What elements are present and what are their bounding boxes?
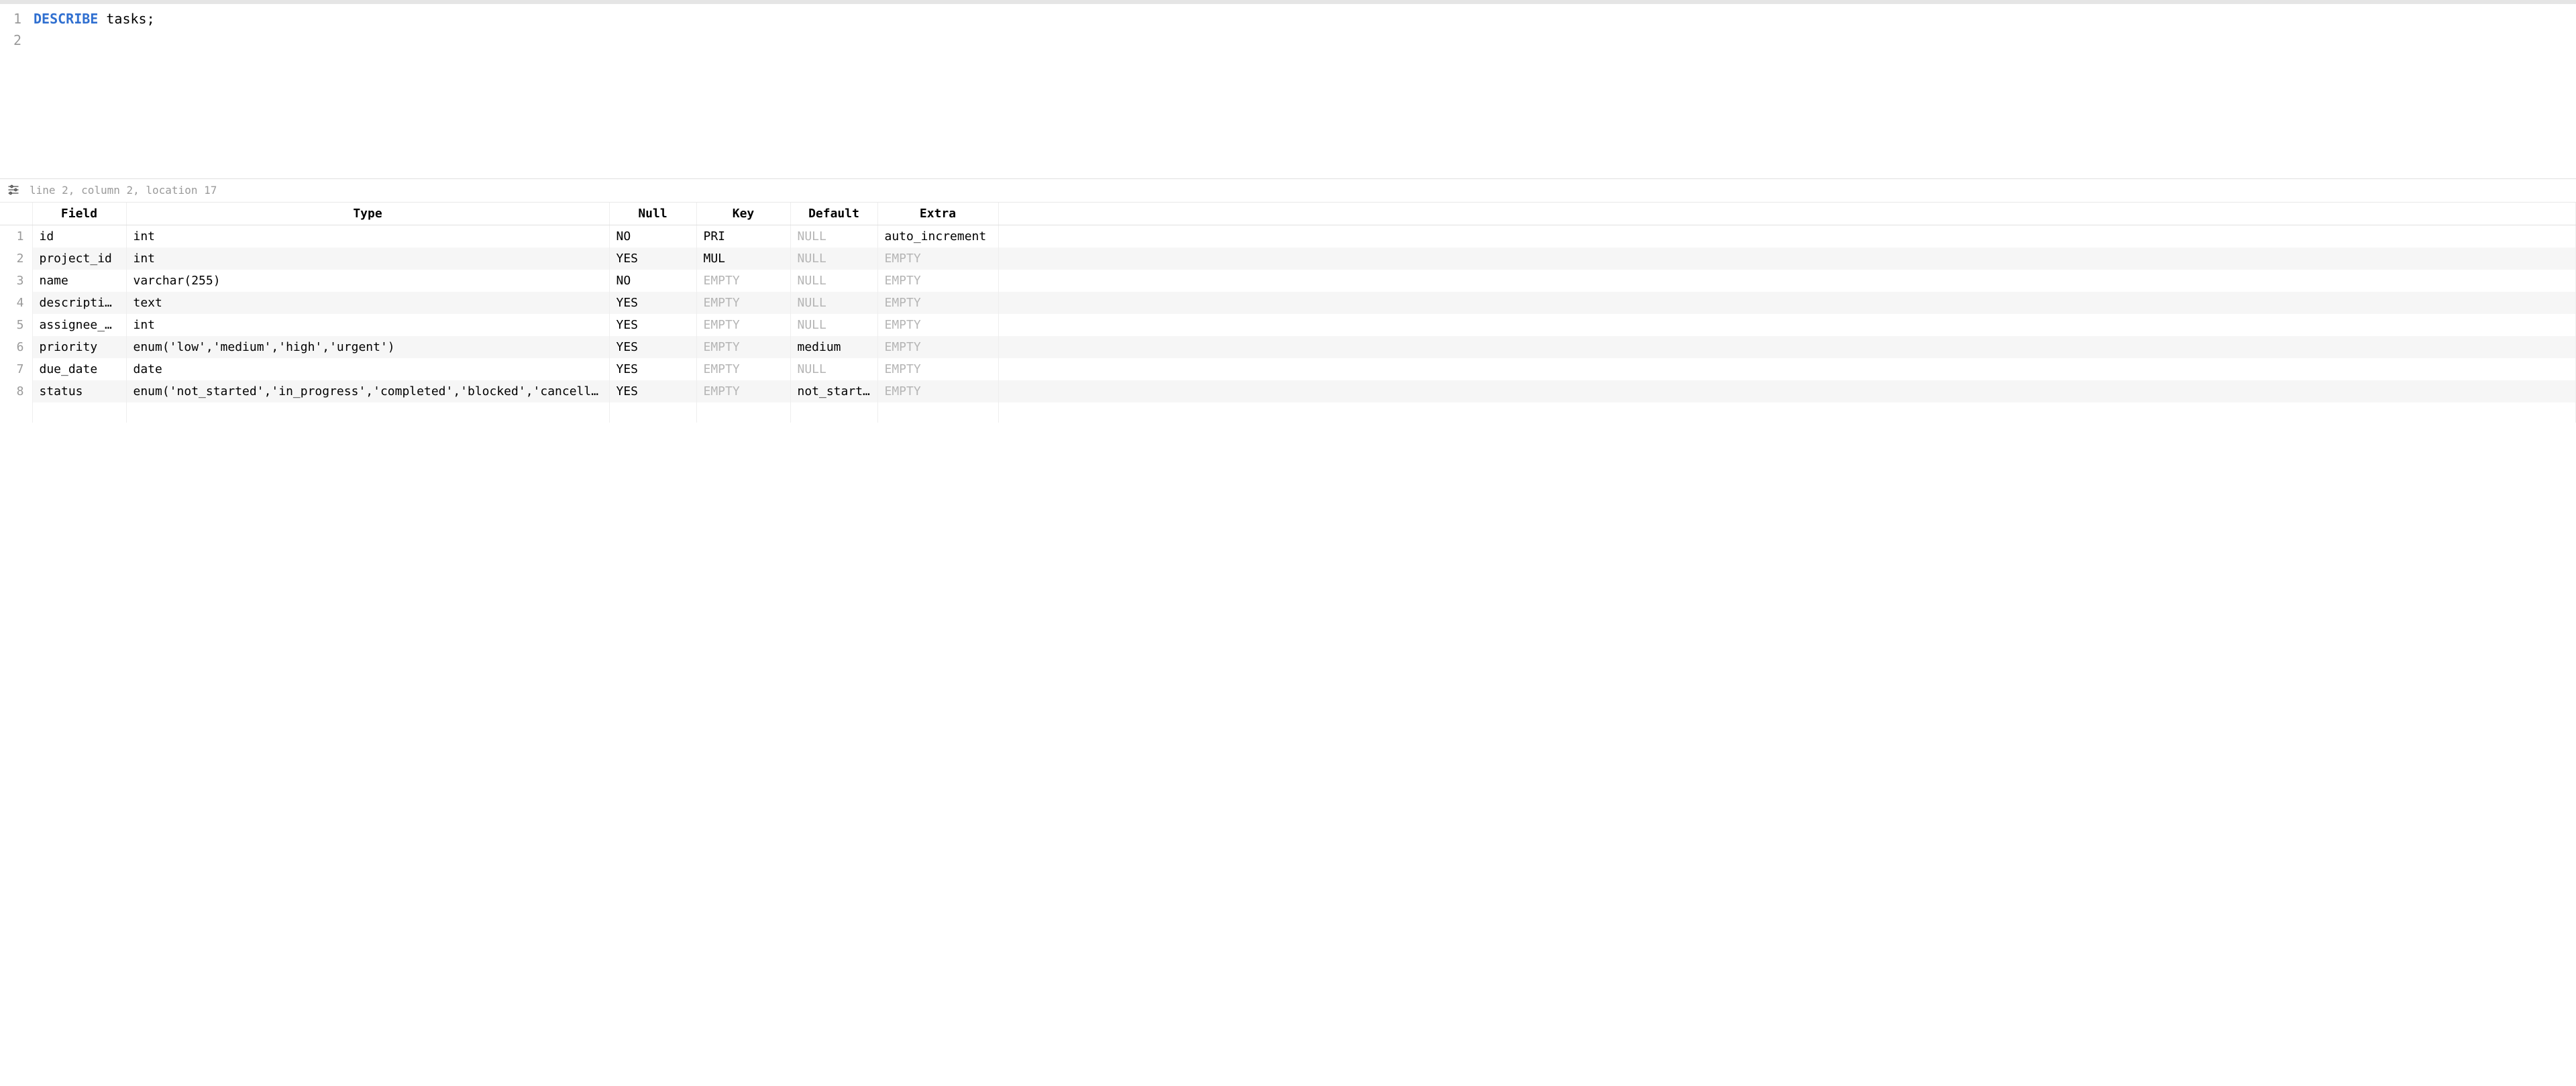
row-number: 1 [0,225,32,248]
editor-line[interactable] [34,30,2571,51]
cell-field[interactable]: name [32,270,126,292]
cell-spacer [998,248,2576,270]
row-number: 8 [0,380,32,402]
cell-type[interactable]: date [126,358,609,380]
cell-field[interactable]: description [32,292,126,314]
cell-type[interactable]: enum('low','medium','high','urgent') [126,336,609,358]
sql-editor[interactable]: 1 2 DESCRIBE tasks; [0,4,2576,179]
cell-field[interactable]: status [32,380,126,402]
app-root: 1 2 DESCRIBE tasks; line 2, column 2, lo… [0,0,2576,1086]
row-number: 6 [0,336,32,358]
col-header-null[interactable]: Null [609,203,696,225]
table-row[interactable]: 1idintNOPRINULLauto_increment [0,225,2576,248]
col-header-spacer [998,203,2576,225]
cell-key[interactable]: EMPTY [696,314,790,336]
cell-field[interactable]: priority [32,336,126,358]
sql-keyword: DESCRIBE [34,11,98,27]
cell-key[interactable]: MUL [696,248,790,270]
cell-null[interactable]: YES [609,380,696,402]
col-header-field[interactable]: Field [32,203,126,225]
row-number-header [0,203,32,225]
cell-spacer [998,314,2576,336]
cell-default[interactable]: NULL [790,314,877,336]
cell-default[interactable]: NULL [790,358,877,380]
editor-line[interactable]: DESCRIBE tasks; [34,8,2571,30]
cell-spacer [998,336,2576,358]
gutter-line: 1 [0,8,28,30]
col-header-key[interactable]: Key [696,203,790,225]
table-header-row: Field Type Null Key Default Extra [0,203,2576,225]
table-row[interactable]: 6priorityenum('low','medium','high','urg… [0,336,2576,358]
cell-key[interactable]: EMPTY [696,336,790,358]
cell-type[interactable]: enum('not_started','in_progress','comple… [126,380,609,402]
cell-type[interactable]: varchar(255) [126,270,609,292]
cell-extra[interactable]: EMPTY [877,380,998,402]
cell-key[interactable]: EMPTY [696,358,790,380]
cell-extra[interactable]: EMPTY [877,314,998,336]
cell-spacer [998,292,2576,314]
editor-body[interactable]: DESCRIBE tasks; [28,4,2576,178]
cell-spacer [998,225,2576,248]
settings-sliders-icon[interactable] [5,182,21,198]
cell-default[interactable]: NULL [790,225,877,248]
row-number: 7 [0,358,32,380]
cell-extra[interactable]: EMPTY [877,336,998,358]
cell-default[interactable]: NULL [790,248,877,270]
cell-null[interactable]: YES [609,358,696,380]
cell-field[interactable]: assignee_id [32,314,126,336]
cell-extra[interactable]: EMPTY [877,270,998,292]
table-row[interactable]: 5assignee_idintYESEMPTYNULLEMPTY [0,314,2576,336]
cursor-position-text: line 2, column 2, location 17 [30,184,217,197]
cell-default[interactable]: NULL [790,270,877,292]
cell-type[interactable]: int [126,248,609,270]
cell-type[interactable]: int [126,225,609,248]
cell-null[interactable]: YES [609,292,696,314]
gutter-line: 2 [0,30,28,51]
cell-spacer [998,358,2576,380]
table-row[interactable]: 8statusenum('not_started','in_progress',… [0,380,2576,402]
cell-default[interactable]: NULL [790,292,877,314]
cell-key[interactable]: EMPTY [696,380,790,402]
col-header-type[interactable]: Type [126,203,609,225]
row-number: 4 [0,292,32,314]
sql-text: tasks; [98,11,154,27]
cell-field[interactable]: due_date [32,358,126,380]
cell-field[interactable]: id [32,225,126,248]
table-row[interactable]: 4descriptiontextYESEMPTYNULLEMPTY [0,292,2576,314]
cell-spacer [998,270,2576,292]
cell-extra[interactable]: auto_increment [877,225,998,248]
cell-null[interactable]: NO [609,225,696,248]
cell-key[interactable]: EMPTY [696,270,790,292]
col-header-default[interactable]: Default [790,203,877,225]
cell-type[interactable]: int [126,314,609,336]
row-number: 5 [0,314,32,336]
table-row[interactable]: 7due_datedateYESEMPTYNULLEMPTY [0,358,2576,380]
cell-null[interactable]: YES [609,248,696,270]
row-number: 2 [0,248,32,270]
cell-null[interactable]: YES [609,336,696,358]
cell-key[interactable]: EMPTY [696,292,790,314]
cell-key[interactable]: PRI [696,225,790,248]
cell-null[interactable]: YES [609,314,696,336]
col-header-extra[interactable]: Extra [877,203,998,225]
editor-gutter: 1 2 [0,4,28,178]
cell-extra[interactable]: EMPTY [877,358,998,380]
results-pane[interactable]: Field Type Null Key Default Extra 1idint… [0,203,2576,1086]
editor-statusbar: line 2, column 2, location 17 [0,179,2576,203]
cell-default[interactable]: not_started [790,380,877,402]
table-row[interactable]: 2project_idintYESMULNULLEMPTY [0,248,2576,270]
cell-field[interactable]: project_id [32,248,126,270]
cell-spacer [998,380,2576,402]
table-row[interactable]: 3namevarchar(255)NOEMPTYNULLEMPTY [0,270,2576,292]
cell-default[interactable]: medium [790,336,877,358]
table-row-empty [0,402,2576,423]
results-table[interactable]: Field Type Null Key Default Extra 1idint… [0,203,2576,423]
cell-extra[interactable]: EMPTY [877,292,998,314]
cell-type[interactable]: text [126,292,609,314]
row-number: 3 [0,270,32,292]
cell-null[interactable]: NO [609,270,696,292]
cell-extra[interactable]: EMPTY [877,248,998,270]
